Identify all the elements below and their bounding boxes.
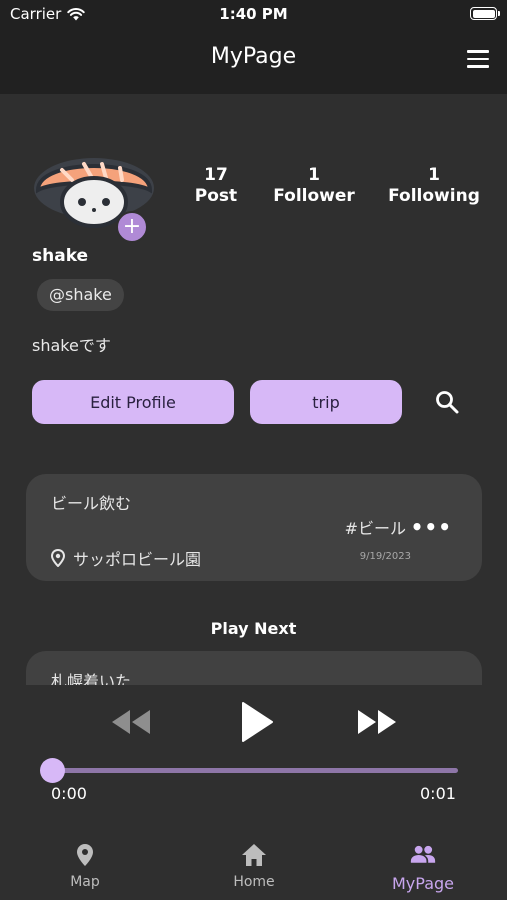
hamburger-menu-icon[interactable] (467, 50, 489, 68)
page-title: MyPage (210, 44, 297, 69)
nav-mypage-label: MyPage (391, 874, 454, 893)
stat-label: Follower (273, 186, 355, 206)
nav-home-label: Home (233, 874, 275, 890)
post-title: ビール飲む (51, 494, 132, 513)
clock: 1:40 PM (219, 5, 288, 23)
user-handle-chip: @shake (37, 279, 124, 311)
stat-count: 17 (204, 165, 228, 185)
location-pin-icon (51, 549, 65, 567)
current-time: 0:00 (51, 784, 87, 803)
rewind-icon[interactable] (110, 708, 154, 736)
trip-button[interactable]: trip (250, 380, 402, 424)
next-post-title: 札幌着いた (51, 672, 132, 685)
stat-posts[interactable]: 17 Post (188, 165, 244, 207)
post-card[interactable]: ビール飲む #ビール ••• サッポロビール園 9/19/2023 (26, 474, 482, 581)
nav-map[interactable]: Map (35, 842, 135, 890)
people-icon (410, 845, 436, 863)
post-tag[interactable]: #ビール (345, 515, 406, 539)
add-photo-icon[interactable]: + (116, 211, 148, 243)
bottom-navigation: Map Home MyPage (0, 830, 507, 900)
stat-following[interactable]: 1 Following (386, 165, 482, 207)
display-name: shake (32, 246, 89, 266)
stat-label: Following (388, 186, 480, 206)
post-date: 9/19/2023 (359, 551, 411, 562)
nav-home[interactable]: Home (204, 842, 304, 890)
play-next-heading: Play Next (210, 619, 297, 638)
edit-profile-button[interactable]: Edit Profile (32, 380, 234, 424)
play-icon[interactable] (240, 701, 274, 743)
playback-progress-track[interactable] (52, 768, 458, 773)
next-post-card[interactable]: 札幌着いた (26, 651, 482, 685)
stat-followers[interactable]: 1 Follower (270, 165, 358, 207)
post-location: サッポロビール園 (51, 546, 201, 570)
battery-icon (470, 7, 500, 20)
stat-label: Post (194, 186, 238, 206)
end-time: 0:01 (420, 784, 456, 803)
status-bar: Carrier 1:40 PM (0, 0, 507, 30)
playback-scrubber-handle[interactable] (40, 758, 65, 783)
more-options-icon[interactable]: ••• (411, 515, 452, 539)
map-pin-icon (77, 844, 93, 866)
nav-mypage[interactable]: MyPage (373, 842, 473, 893)
post-location-label: サッポロビール園 (73, 550, 202, 569)
nav-map-label: Map (70, 874, 100, 890)
fast-forward-icon[interactable] (354, 708, 398, 736)
profile-bio: shakeです (32, 336, 111, 355)
home-icon (242, 844, 266, 866)
search-icon[interactable] (434, 389, 460, 415)
stat-count: 1 (428, 165, 440, 185)
stat-count: 1 (308, 165, 320, 185)
